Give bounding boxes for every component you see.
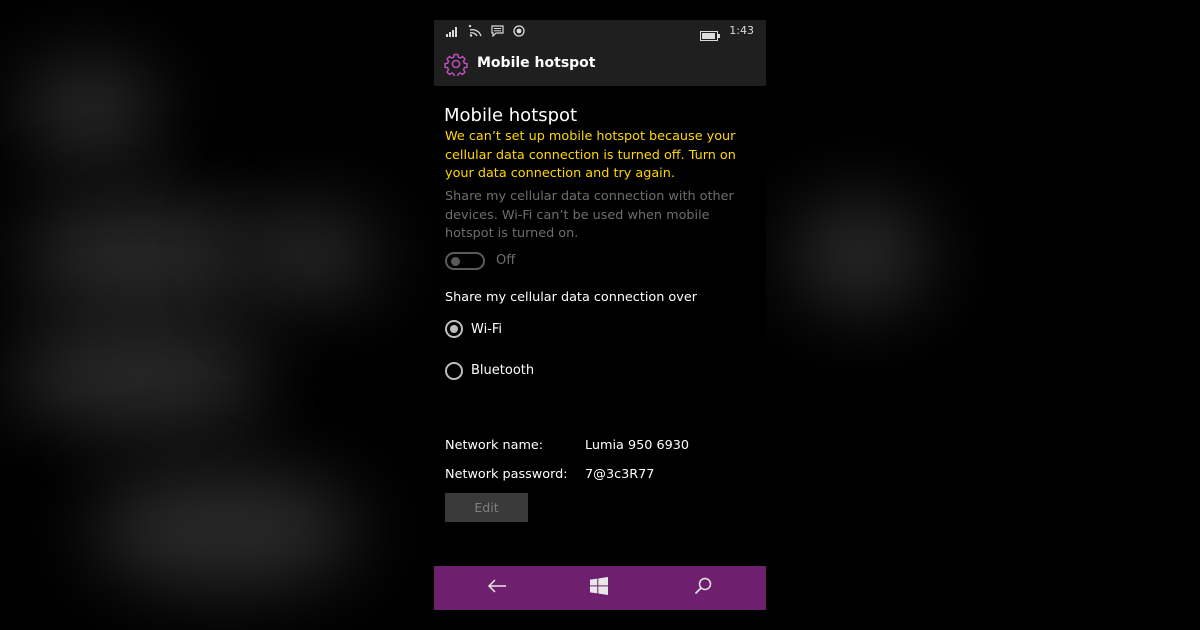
- status-icons: [446, 24, 525, 38]
- search-icon: [694, 577, 712, 599]
- navigation-bar: [434, 566, 766, 610]
- status-bar: 1:43: [434, 20, 766, 42]
- radio-bluetooth[interactable]: [445, 362, 463, 380]
- network-name-label: Network name:: [445, 438, 544, 453]
- network-password-value: 7@3c3R77: [585, 467, 655, 482]
- share-over-label: Share my cellular data connection over: [445, 290, 697, 305]
- warning-message: We can’t set up mobile hotspot because y…: [445, 129, 736, 182]
- location-icon: [513, 25, 525, 37]
- radio-bluetooth-label[interactable]: Bluetooth: [471, 363, 534, 378]
- radio-selected-dot: [450, 325, 458, 333]
- radio-wifi[interactable]: [445, 320, 463, 338]
- network-password-label: Network password:: [445, 467, 568, 482]
- toggle-knob: [451, 257, 460, 266]
- hotspot-description: Share my cellular data connection with o…: [445, 189, 734, 242]
- page-title: Mobile hotspot: [444, 105, 578, 126]
- network-name-value: Lumia 950 6930: [585, 438, 690, 453]
- gear-icon: [444, 52, 468, 80]
- back-button[interactable]: [467, 566, 527, 610]
- wifi-icon: [468, 25, 482, 37]
- toggle-state-label: Off: [496, 253, 516, 268]
- edit-button[interactable]: Edit: [445, 493, 528, 522]
- clock: 1:43: [729, 24, 754, 37]
- signal-bars-icon: [446, 26, 459, 37]
- back-arrow-icon: [487, 578, 507, 598]
- search-button[interactable]: [673, 566, 733, 610]
- windows-logo-icon: [590, 577, 608, 599]
- header-title: Mobile hotspot: [477, 55, 596, 71]
- radio-wifi-label[interactable]: Wi-Fi: [471, 322, 502, 337]
- notification-icon: [491, 25, 504, 37]
- hotspot-toggle[interactable]: [445, 252, 485, 270]
- app-header: Mobile hotspot: [434, 42, 766, 86]
- phone-screen: 1:43 Mobile hotspot Mobile hotspot We ca…: [434, 20, 766, 610]
- start-button[interactable]: [569, 566, 629, 610]
